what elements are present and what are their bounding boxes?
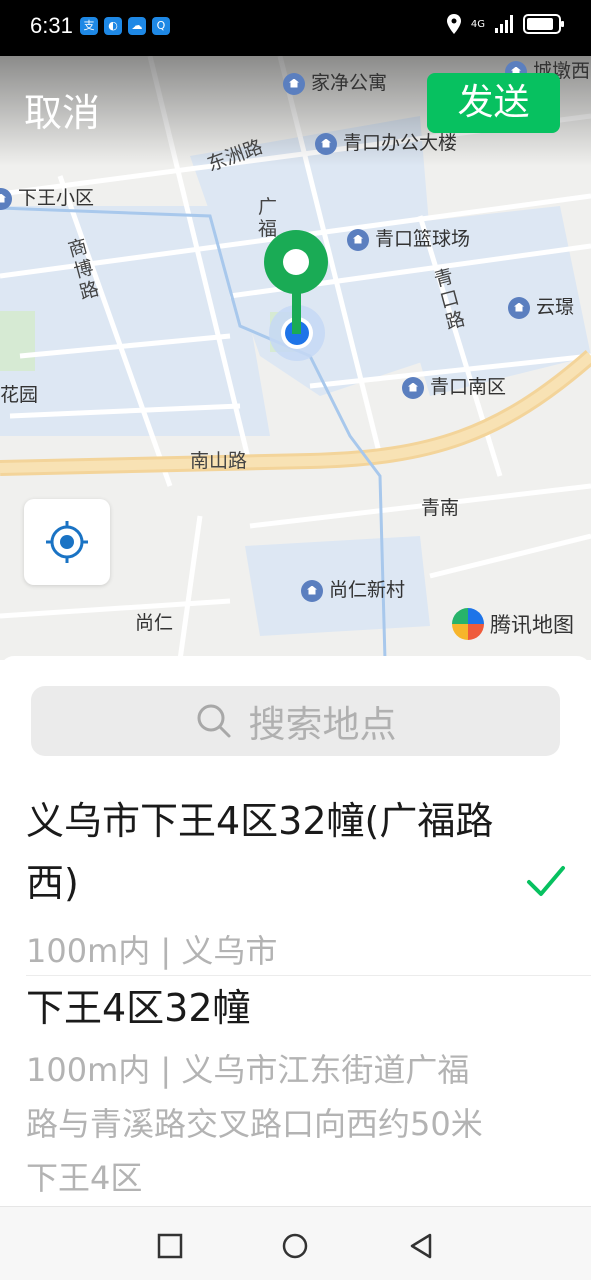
poi-label[interactable]: 云璟 bbox=[508, 292, 574, 319]
poi-home-icon bbox=[0, 187, 12, 210]
recents-icon[interactable] bbox=[157, 1233, 183, 1259]
result-title: 下王4区32幢 bbox=[26, 986, 251, 1030]
poi-home-icon bbox=[508, 296, 530, 319]
signal-icon bbox=[495, 15, 513, 33]
crosshair-icon bbox=[46, 521, 88, 563]
cloud-icon: ☁ bbox=[128, 17, 146, 35]
network-type: 4G bbox=[470, 18, 485, 30]
my-location-button[interactable] bbox=[24, 499, 110, 585]
search-app-icon: Q bbox=[152, 17, 170, 35]
poi-label[interactable]: 下王小区 bbox=[0, 183, 94, 210]
clock: 6:31 bbox=[30, 13, 73, 38]
poi-label[interactable]: 尚仁新村 bbox=[301, 575, 405, 602]
notification-icons: 支 ◐ ☁ Q bbox=[80, 17, 170, 35]
home-icon[interactable] bbox=[282, 1233, 308, 1259]
back-icon[interactable] bbox=[408, 1233, 434, 1259]
search-input[interactable]: 搜索地点 bbox=[31, 686, 560, 756]
check-icon bbox=[527, 866, 565, 896]
road-label: 南山路 bbox=[190, 450, 248, 472]
list-item[interactable]: 义乌市下王4区32幢(广福路西) 100m内 | 义乌市 bbox=[0, 790, 591, 975]
cancel-button[interactable]: 取消 bbox=[24, 82, 100, 137]
bulb-icon: ◐ bbox=[104, 17, 122, 35]
search-icon bbox=[197, 704, 230, 738]
map-view[interactable]: 家净公寓 城墩西 青口办公大楼 下王小区 青口篮球场 云璟 花园 青口南区 青南… bbox=[0, 56, 591, 660]
navigation-bar bbox=[0, 1206, 591, 1280]
poi-label[interactable]: 花园 bbox=[0, 380, 38, 407]
area-label: 青南 bbox=[421, 497, 460, 519]
road-label: 广福 bbox=[258, 196, 278, 240]
send-button[interactable]: 发送 bbox=[427, 73, 560, 133]
poi-stadium-icon bbox=[347, 228, 369, 251]
search-placeholder: 搜索地点 bbox=[248, 703, 397, 746]
poi-home-icon bbox=[301, 579, 323, 602]
poi-home-icon bbox=[402, 376, 424, 399]
poi-label[interactable]: 青口南区 bbox=[402, 372, 506, 399]
divider bbox=[26, 975, 591, 976]
status-bar: 6:31 支 ◐ ☁ Q 4G bbox=[0, 0, 591, 56]
result-title: 义乌市下王4区32幢(广福路西) bbox=[26, 799, 494, 905]
list-item[interactable]: 下王4区32幢 100m内 | 义乌市江东街道广福路与青溪路交叉路口向西约50米… bbox=[0, 977, 591, 1206]
poi-building-icon bbox=[315, 132, 337, 155]
poi-label[interactable]: 青口篮球场 bbox=[347, 224, 470, 251]
map-attribution: 腾讯地图 bbox=[452, 608, 574, 640]
poi-home-icon bbox=[283, 72, 305, 95]
tencent-map-logo-icon bbox=[452, 608, 484, 640]
result-subtitle: 100m内 | 义乌市 bbox=[26, 932, 278, 970]
battery-icon bbox=[523, 14, 564, 34]
area-label: 尚仁 bbox=[135, 612, 174, 634]
result-subtitle: 100m内 | 义乌市江东街道广福路与青溪路交叉路口向西约50米下王4区 bbox=[26, 1051, 483, 1197]
location-status-icon bbox=[446, 14, 461, 34]
alipay-icon: 支 bbox=[80, 17, 98, 35]
poi-label[interactable]: 家净公寓 bbox=[283, 68, 387, 95]
